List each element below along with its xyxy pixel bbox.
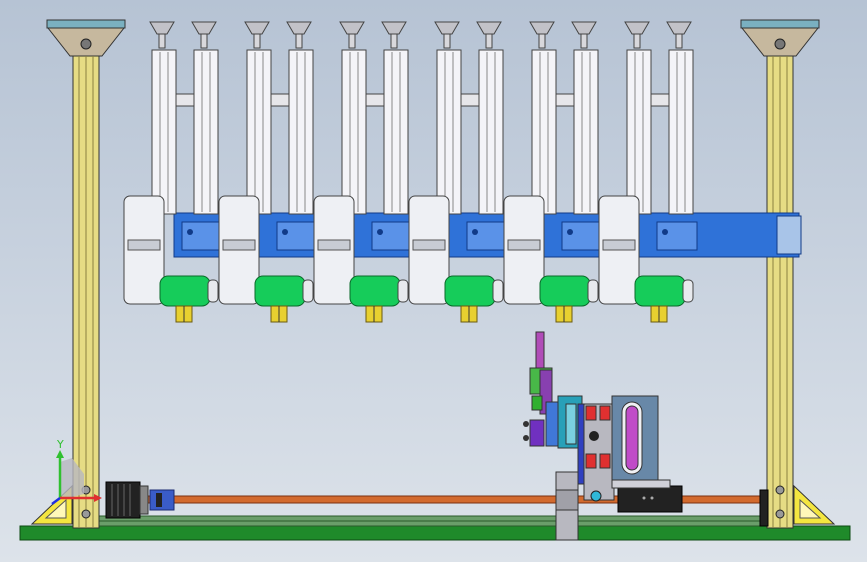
carriage-block: [466, 221, 508, 251]
side-plate-slot: [507, 239, 541, 251]
side-plate-slot: [317, 239, 351, 251]
suction-cup: [476, 21, 502, 35]
rod-crossbar: [175, 93, 195, 107]
gripper-assembly: [523, 331, 683, 541]
rod-housing: [573, 49, 599, 215]
motor-cap: [159, 275, 211, 307]
y-axis-label: Y: [56, 438, 64, 451]
rod-crossbar: [365, 93, 385, 107]
carriage-block: [371, 221, 413, 251]
suction-cup: [571, 21, 597, 35]
rod-housing: [668, 49, 694, 215]
suction-cup: [434, 21, 460, 35]
rod-crossbar: [650, 93, 670, 107]
suction-stem: [485, 33, 493, 49]
motor-end: [682, 279, 694, 303]
module-array: [123, 21, 802, 323]
carriage-bolt: [472, 229, 478, 235]
assembly-drawing: Y: [19, 19, 851, 541]
suction-stem: [295, 33, 303, 49]
rod-housing: [436, 49, 462, 215]
left-frame-post: [30, 19, 126, 529]
suction-stem: [390, 33, 398, 49]
suction-stem: [158, 33, 166, 49]
stepper-motor: [105, 481, 175, 519]
motor-cap: [539, 275, 591, 307]
suction-cup: [286, 21, 312, 35]
base-plate: [19, 525, 851, 541]
suction-cup: [191, 21, 217, 35]
rod-housing: [531, 49, 557, 215]
rod-housing: [341, 49, 367, 215]
suction-cup: [666, 21, 692, 35]
suction-stem: [538, 33, 546, 49]
suction-cup: [244, 21, 270, 35]
suction-stem: [580, 33, 588, 49]
rod-crossbar: [270, 93, 290, 107]
suction-stem: [675, 33, 683, 49]
motor-end: [587, 279, 599, 303]
rod-housing: [383, 49, 409, 215]
right-frame-post: [740, 19, 836, 529]
suction-cup: [624, 21, 650, 35]
suction-cup: [381, 21, 407, 35]
suction-stem: [253, 33, 261, 49]
motor-cap: [349, 275, 401, 307]
suction-stem: [633, 33, 641, 49]
motor-cap: [254, 275, 306, 307]
side-plate-slot: [412, 239, 446, 251]
motor-cap: [634, 275, 686, 307]
rod-housing: [193, 49, 219, 215]
suction-stem: [443, 33, 451, 49]
side-plate-slot: [127, 239, 161, 251]
rod-housing: [288, 49, 314, 215]
motor-end: [302, 279, 314, 303]
suction-stem: [348, 33, 356, 49]
suction-cup: [529, 21, 555, 35]
rod-crossbar: [555, 93, 575, 107]
screw-end-block: [759, 489, 769, 527]
carriage-end-cap: [776, 215, 802, 255]
carriage-bolt: [282, 229, 288, 235]
carriage-block: [181, 221, 223, 251]
motor-end: [492, 279, 504, 303]
carriage-block: [656, 221, 698, 251]
carriage-block: [561, 221, 603, 251]
rod-housing: [478, 49, 504, 215]
carriage-bolt: [377, 229, 383, 235]
cad-viewport[interactable]: Y: [0, 0, 867, 562]
rod-housing: [246, 49, 272, 215]
suction-cup: [149, 21, 175, 35]
motor-end: [397, 279, 409, 303]
side-plate-slot: [602, 239, 636, 251]
rod-crossbar: [460, 93, 480, 107]
rod-housing: [626, 49, 652, 215]
rod-housing: [151, 49, 177, 215]
suction-stem: [200, 33, 208, 49]
carriage-block: [276, 221, 318, 251]
suction-cup: [339, 21, 365, 35]
carriage-bolt: [567, 229, 573, 235]
carriage-bolt: [187, 229, 193, 235]
side-plate-slot: [222, 239, 256, 251]
carriage-bolt: [662, 229, 668, 235]
motor-end: [207, 279, 219, 303]
motor-cap: [444, 275, 496, 307]
